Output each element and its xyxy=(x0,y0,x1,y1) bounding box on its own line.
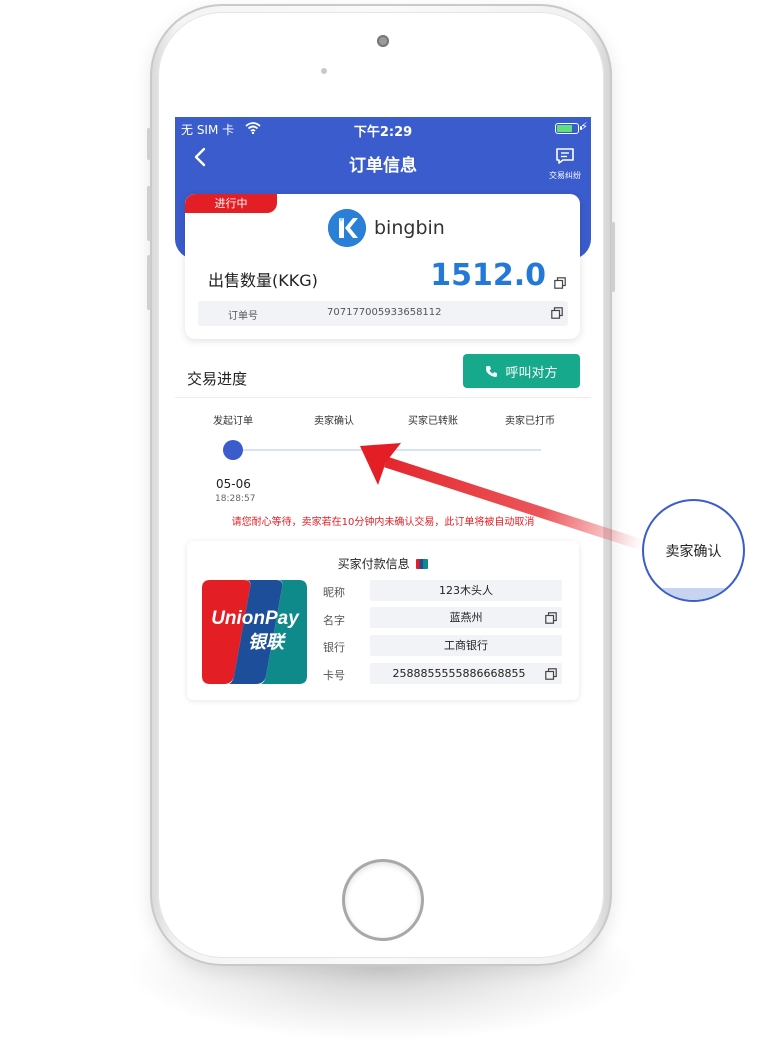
callout-bubble: 卖家确认 xyxy=(642,499,745,602)
callout-text: 卖家确认 xyxy=(665,544,722,560)
callout-band xyxy=(644,588,743,600)
